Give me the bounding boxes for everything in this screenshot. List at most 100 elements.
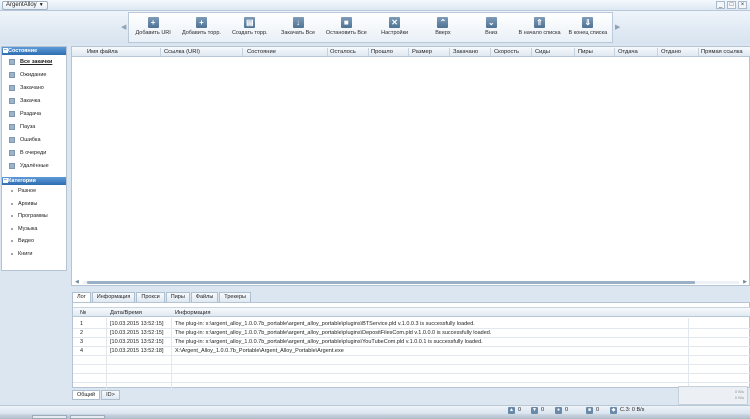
scroll-left-icon[interactable]: ◀ — [75, 279, 79, 285]
category-item-misc[interactable]: Разное — [2, 185, 66, 198]
sidebar-item-error[interactable]: Ошибка — [2, 133, 66, 146]
column-header-seeds[interactable]: Сиды — [535, 47, 550, 57]
sidebar-item-downloading[interactable]: Закачка — [2, 94, 66, 107]
log-column-datetime[interactable]: Дата/Время — [110, 308, 142, 318]
toolbar: + Добавить URI + Добавить торр. ▤ Создат… — [128, 12, 613, 43]
log-table-header: № Дата/Время Информация — [73, 307, 750, 317]
log-row-empty — [73, 365, 750, 374]
sidebar-item-waiting[interactable]: Ожидание — [2, 68, 66, 81]
column-header-speed[interactable]: Скорость — [494, 47, 519, 57]
sidebar-item-completed[interactable]: Закачано — [2, 81, 66, 94]
taskbar-item[interactable] — [32, 415, 67, 419]
stop-all-button[interactable]: ■ Остановить Все — [322, 13, 370, 42]
column-header-remaining[interactable]: Осталось — [330, 47, 356, 57]
bullet-icon — [11, 190, 13, 193]
log-row[interactable]: 2 [10.03.2015 13:52:15] The plug-in: x:\… — [73, 329, 750, 338]
plus-icon: + — [147, 17, 159, 28]
collapse-icon[interactable]: − — [3, 178, 8, 183]
stop-all-icon: ■ — [340, 17, 352, 28]
tab-proxy[interactable]: Прокси — [136, 292, 165, 302]
column-header-peers[interactable]: Пиры — [578, 47, 593, 57]
minimize-button[interactable]: _ — [716, 1, 725, 9]
downloads-table-header: Имя файла Ссылка (URI) Состояние Осталос… — [72, 47, 750, 57]
column-header-uri[interactable]: Ссылка (URI) — [164, 47, 200, 57]
download-all-button[interactable]: ↓ Закачать Все — [274, 13, 322, 42]
log-column-info[interactable]: Информация — [175, 308, 211, 318]
bottom-tab-bar: Общий ID> — [72, 390, 120, 400]
column-header-uploaded[interactable]: Отдано — [661, 47, 681, 57]
close-button[interactable]: × — [738, 1, 747, 9]
scrollbar-thumb[interactable] — [87, 281, 695, 284]
sidebar-item-queued[interactable]: В очереди — [2, 146, 66, 159]
downloading-icon — [9, 97, 15, 104]
sidebar-item-all[interactable]: Все закачки — [2, 55, 66, 68]
status-bar: ▲ 0 ▼ 0 ● 0 ■ 0 ◆ С.З: 0 B/s — [0, 405, 750, 414]
scroll-right-icon[interactable]: ▶ — [743, 279, 747, 285]
settings-button[interactable]: ✕ Настройки — [370, 13, 418, 42]
add-uri-button[interactable]: + Добавить URI — [129, 13, 177, 42]
speed-graph-widget: 0 B/s 0 B/s — [678, 386, 748, 405]
status-up-count: ▲ 0 — [508, 407, 522, 414]
pause-icon — [9, 123, 15, 130]
toolbar-scroll-left-icon[interactable]: ◀ — [121, 23, 126, 31]
move-bottom-icon: ⇓ — [582, 17, 594, 28]
log-column-number[interactable]: № — [80, 308, 86, 318]
completed-icon — [9, 84, 15, 91]
tab-id[interactable]: ID> — [101, 390, 120, 400]
speed-icon: ◆ — [610, 407, 617, 414]
column-header-status[interactable]: Состояние — [247, 47, 276, 57]
category-item-books[interactable]: Книги — [2, 248, 66, 261]
log-row[interactable]: 1 [10.03.2015 13:52:15] The plug-in: x:\… — [73, 320, 750, 329]
os-taskbar — [0, 414, 750, 419]
category-item-programs[interactable]: Программы — [2, 210, 66, 223]
arrow-down-icon: ▼ — [531, 407, 538, 414]
category-item-archives[interactable]: Архивы — [2, 198, 66, 211]
chevron-down-icon: ▼ — [38, 2, 44, 8]
maximize-button[interactable]: □ — [727, 1, 736, 9]
move-bottom-button[interactable]: ⇓ В конец списка — [564, 13, 612, 42]
column-header-downloaded[interactable]: Закачано — [453, 47, 478, 57]
log-row[interactable]: 3 [10.03.2015 13:52:15] The plug-in: x:\… — [73, 338, 750, 347]
collapse-icon[interactable]: − — [3, 48, 8, 53]
queue-icon — [9, 149, 15, 156]
sidebar-item-paused[interactable]: Пауза — [2, 120, 66, 133]
column-header-filename[interactable]: Имя файла — [87, 47, 118, 57]
app-menu-button[interactable]: ArgentAlloy ▼ — [2, 1, 48, 10]
downloads-table: Имя файла Ссылка (URI) Состояние Осталос… — [71, 46, 750, 286]
column-header-upload[interactable]: Отдача — [618, 47, 638, 57]
horizontal-scrollbar[interactable]: ◀ ▶ — [75, 279, 747, 285]
move-top-button[interactable]: ⇑ В начало списка — [515, 13, 563, 42]
done-icon: ■ — [586, 407, 593, 414]
log-table: № Дата/Время Информация 1 [10.03.2015 13… — [72, 302, 750, 388]
column-header-size[interactable]: Размер — [412, 47, 432, 57]
tab-general[interactable]: Общий — [72, 390, 101, 400]
arrow-up-icon: ▲ — [508, 407, 515, 414]
category-item-video[interactable]: Видео — [2, 235, 66, 248]
tab-trackers[interactable]: Трекеры — [219, 292, 251, 302]
waiting-icon — [9, 71, 15, 78]
sidebar-item-seeding[interactable]: Раздача — [2, 107, 66, 120]
column-header-elapsed[interactable]: Прошло — [371, 47, 393, 57]
category-section-header[interactable]: − Категории — [2, 177, 66, 185]
taskbar-item[interactable] — [70, 415, 105, 419]
log-row[interactable]: 4 [10.03.2015 13:52:18] X:\Argent_Alloy_… — [73, 347, 750, 356]
tab-info[interactable]: Информация — [91, 292, 136, 302]
category-item-music[interactable]: Музыка — [2, 223, 66, 236]
trash-icon — [9, 162, 15, 169]
state-section-header[interactable]: − Состояние — [2, 47, 66, 55]
add-torrent-button[interactable]: + Добавить торр. — [177, 13, 225, 42]
bullet-icon — [11, 252, 13, 255]
tab-files[interactable]: Файлы — [190, 292, 219, 302]
column-header-direct-link[interactable]: Прямая ссылка — [701, 47, 743, 57]
error-icon — [9, 136, 15, 143]
sidebar-item-deleted[interactable]: Удалённые — [2, 159, 66, 172]
move-up-button[interactable]: ⌃ Вверх — [419, 13, 467, 42]
create-torrent-icon: ▤ — [244, 17, 256, 28]
status-done-count: ■ 0 — [586, 407, 600, 414]
status-down-count: ▼ 0 — [531, 407, 545, 414]
create-torrent-button[interactable]: ▤ Создать торр. — [226, 13, 274, 42]
bullet-icon — [11, 240, 13, 243]
toolbar-scroll-right-icon[interactable]: ▶ — [615, 23, 620, 31]
move-down-button[interactable]: ⌄ Вниз — [467, 13, 515, 42]
tab-peers[interactable]: Пиры — [165, 292, 190, 302]
